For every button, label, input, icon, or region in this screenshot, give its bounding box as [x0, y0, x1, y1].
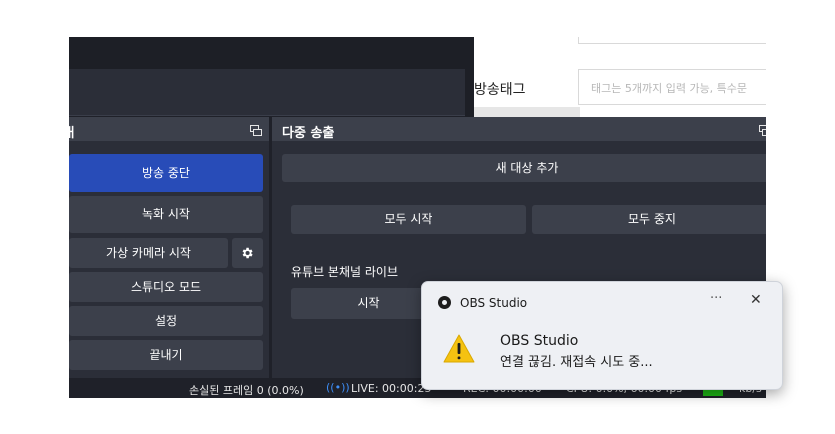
- obs-logo-icon: [438, 296, 451, 309]
- controls-dock: ㅐ 방송 중단 녹화 시작 가상 카메라 시작 스튜디오 모드 설정 끝내기: [69, 117, 269, 378]
- stop-all-button[interactable]: 모두 중지: [532, 205, 766, 234]
- notification-app-name: OBS Studio: [460, 296, 528, 310]
- multistream-dock-title: 다중 송출: [282, 126, 335, 141]
- start-virtual-camera-button[interactable]: 가상 카메라 시작: [69, 238, 228, 268]
- broadcast-tag-placeholder: 태그는 5개까지 입력 가능, 특수문: [591, 82, 748, 95]
- studio-mode-button[interactable]: 스튜디오 모드: [69, 272, 263, 302]
- float-window-icon[interactable]: [250, 125, 262, 136]
- top-panel: [69, 37, 474, 69]
- notification-toast[interactable]: OBS Studio ··· ✕ OBS Studio 연결 끊김. 재접속 시…: [421, 281, 783, 390]
- broadcast-settings-panel: 방송태그 태그는 5개까지 입력 가능, 특수문: [474, 37, 766, 117]
- more-options-button[interactable]: ···: [710, 291, 722, 306]
- target-name-label: 유튜브 본채널 라이브: [291, 265, 398, 279]
- exit-button[interactable]: 끝내기: [69, 340, 263, 370]
- title-input[interactable]: [578, 37, 766, 44]
- stop-streaming-button[interactable]: 방송 중단: [69, 154, 263, 192]
- live-timer-status: LIVE: 00:00:25: [351, 382, 432, 395]
- dropped-frames-status: 손실된 프레임 0 (0.0%): [189, 384, 304, 397]
- float-window-icon[interactable]: [759, 125, 766, 136]
- warning-triangle-icon: [443, 334, 475, 363]
- top-field-area[interactable]: [69, 69, 465, 116]
- notification-message: 연결 끊김. 재접속 시도 중...: [500, 355, 653, 370]
- settings-button[interactable]: 설정: [69, 306, 263, 336]
- broadcast-tag-label: 방송태그: [474, 82, 526, 98]
- gear-icon: [242, 247, 253, 259]
- add-target-button[interactable]: 새 대상 추가: [282, 154, 766, 182]
- broadcast-tag-input[interactable]: 태그는 5개까지 입력 가능, 특수문: [578, 69, 766, 105]
- close-button[interactable]: ✕: [750, 292, 762, 308]
- controls-dock-title: ㅐ: [69, 126, 77, 141]
- form-scrollbar[interactable]: [474, 107, 580, 117]
- notification-title: OBS Studio: [500, 333, 579, 349]
- start-recording-button[interactable]: 녹화 시작: [69, 196, 263, 233]
- multistream-dock-header: 다중 송출: [272, 117, 766, 141]
- virtual-camera-settings-button[interactable]: [232, 238, 263, 268]
- controls-dock-header: ㅐ: [69, 117, 269, 141]
- start-all-button[interactable]: 모두 시작: [291, 205, 526, 234]
- broadcast-icon: ((•)): [326, 381, 350, 394]
- panel-divider: [465, 37, 474, 117]
